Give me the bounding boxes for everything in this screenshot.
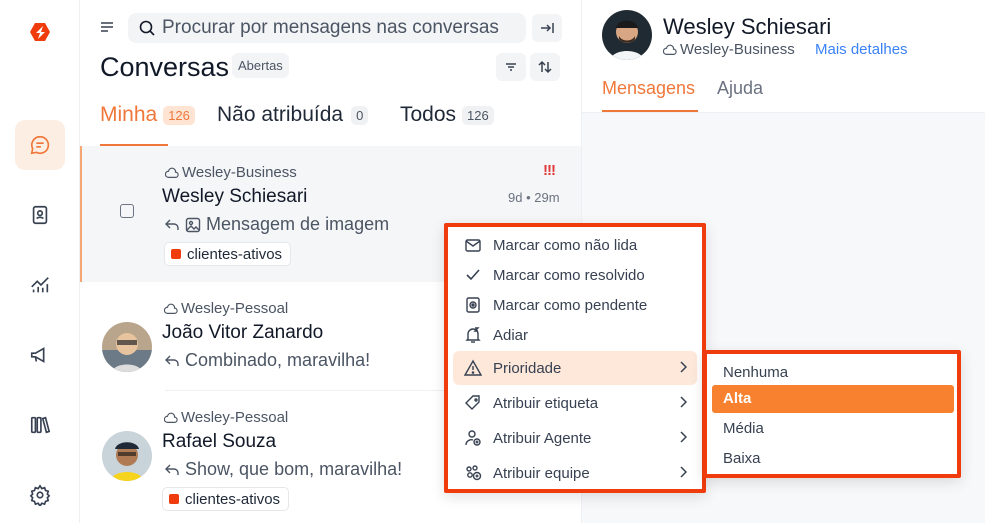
- search-placeholder: Procurar por mensagens nas conversas: [162, 17, 499, 38]
- tab-count: 126: [462, 105, 494, 125]
- reply-icon: [165, 355, 179, 366]
- tab-count: 0: [351, 105, 369, 125]
- priority-option-none[interactable]: Nenhuma: [712, 359, 954, 387]
- hamburger-menu-icon[interactable]: [98, 18, 116, 36]
- avatar: [102, 431, 152, 481]
- label-color-dot: [169, 494, 179, 504]
- sort-icon[interactable]: [530, 53, 560, 81]
- agent-icon: [453, 429, 493, 447]
- page-title: Conversas: [100, 52, 230, 82]
- mail-icon: [453, 236, 493, 254]
- label-tag: clientes-ativos: [162, 487, 290, 511]
- snooze-icon: [453, 326, 493, 344]
- tab-help[interactable]: Ajuda: [717, 78, 763, 99]
- team-icon: [453, 464, 493, 482]
- campaigns-icon[interactable]: [15, 330, 65, 380]
- menu-item-assign-agent[interactable]: Atribuir Agente: [453, 423, 697, 453]
- chevron-right-icon: [679, 431, 687, 443]
- tag-icon: [453, 394, 493, 412]
- priority-option-high[interactable]: Alta: [712, 385, 954, 413]
- inbox-name: Wesley-Pessoal: [164, 409, 288, 426]
- contact-name: João Vitor Zanardo: [162, 322, 324, 343]
- contact-name: Wesley Schiesari: [663, 14, 832, 39]
- contact-name: Rafael Souza: [162, 431, 277, 452]
- priority-option-low[interactable]: Baixa: [712, 445, 954, 473]
- cloud-icon: [164, 303, 178, 314]
- conversation-context-menu: Marcar como não lida Marcar como resolvi…: [444, 223, 706, 493]
- message-preview: Show, que bom, maravilha!: [164, 459, 402, 480]
- priority-indicator: !!!: [543, 162, 556, 179]
- warning-icon: [453, 359, 493, 377]
- cloud-icon: [663, 44, 677, 55]
- inbox-name: Wesley-Business: [663, 41, 795, 58]
- cloud-icon: [164, 412, 178, 423]
- cloud-icon: [165, 167, 179, 178]
- contacts-icon[interactable]: [15, 190, 65, 240]
- reply-icon: [165, 464, 179, 475]
- reports-icon[interactable]: [15, 260, 65, 310]
- tab-all[interactable]: Todos 126: [400, 103, 494, 127]
- avatar: [102, 322, 152, 372]
- reply-icon: [165, 219, 179, 230]
- tab-count: 126: [163, 105, 195, 125]
- label-color-dot: [171, 249, 181, 259]
- menu-item-mark-pending[interactable]: Marcar como pendente: [453, 290, 697, 320]
- tab-mine[interactable]: Minha 126: [100, 103, 195, 127]
- left-sidebar: [0, 0, 80, 523]
- inbox-name: Wesley-Pessoal: [164, 300, 288, 317]
- priority-submenu: Nenhuma Alta Média Baixa: [703, 350, 961, 478]
- more-details-link[interactable]: Mais detalhes: [815, 41, 908, 58]
- message-preview: Mensagem de imagem: [164, 214, 389, 235]
- chevron-right-icon: [679, 466, 687, 478]
- active-tab-indicator: [602, 110, 698, 112]
- chatwoot-logo-icon[interactable]: [28, 20, 52, 44]
- image-icon: [185, 217, 201, 232]
- status-badge[interactable]: Abertas: [232, 53, 289, 78]
- message-preview: Combinado, maravilha!: [164, 350, 370, 371]
- conversations-icon[interactable]: [15, 120, 65, 170]
- search-icon: [138, 19, 156, 37]
- menu-item-mark-unread[interactable]: Marcar como não lida: [453, 230, 697, 260]
- menu-item-snooze[interactable]: Adiar: [453, 320, 697, 350]
- avatar: [602, 10, 652, 60]
- timestamp: 9d • 29m: [508, 190, 560, 205]
- chevron-right-icon: [679, 361, 687, 373]
- inbox-name: Wesley-Business: [165, 164, 297, 181]
- menu-item-mark-resolved[interactable]: Marcar como resolvido: [453, 260, 697, 290]
- contact-name: Wesley Schiesari: [162, 186, 308, 207]
- chevron-right-icon: [679, 396, 687, 408]
- select-checkbox[interactable]: [120, 204, 134, 218]
- tab-unassigned[interactable]: Não atribuída 0: [217, 103, 369, 127]
- filter-icon[interactable]: [496, 53, 526, 81]
- search-input[interactable]: Procurar por mensagens nas conversas: [128, 13, 526, 43]
- priority-option-medium[interactable]: Média: [712, 415, 954, 443]
- settings-icon[interactable]: [15, 470, 65, 520]
- menu-item-assign-label[interactable]: Atribuir etiqueta: [453, 388, 697, 418]
- conversation-header: Wesley Schiesari Wesley-Business Mais de…: [582, 0, 985, 113]
- pending-icon: [453, 296, 493, 314]
- library-icon[interactable]: [15, 400, 65, 450]
- menu-item-priority[interactable]: Prioridade: [453, 351, 697, 385]
- collapse-panel-button[interactable]: [532, 14, 562, 42]
- label-tag: clientes-ativos: [164, 242, 292, 266]
- menu-item-assign-team[interactable]: Atribuir equipe: [453, 458, 697, 488]
- tab-messages[interactable]: Mensagens: [602, 78, 695, 99]
- check-icon: [453, 266, 493, 284]
